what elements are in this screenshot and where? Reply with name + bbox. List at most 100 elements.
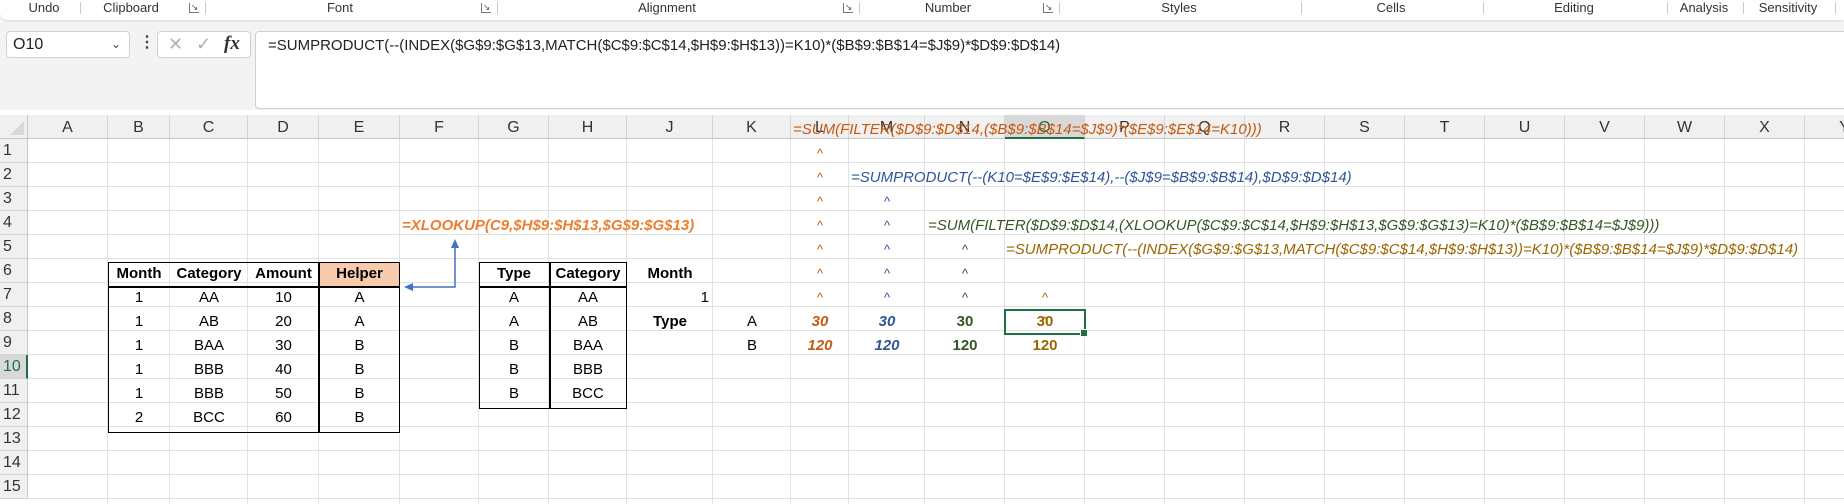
column-header-f[interactable]: F bbox=[400, 115, 479, 139]
data-table-cell[interactable]: BBB bbox=[170, 382, 248, 406]
row-header-5[interactable]: 5 bbox=[0, 235, 28, 259]
more-options-icon[interactable]: ⋮ bbox=[139, 34, 155, 52]
data-table-cell[interactable]: 1 bbox=[108, 310, 170, 334]
result-m11[interactable]: 120 bbox=[849, 334, 925, 358]
lookup-table-cell[interactable]: BBB bbox=[549, 358, 627, 382]
ribbon-group-undo[interactable]: Undo bbox=[14, 0, 74, 17]
name-box[interactable]: O10 ⌄ bbox=[6, 31, 130, 58]
data-table-cell[interactable]: BAA bbox=[170, 334, 248, 358]
month-value[interactable]: 1 bbox=[627, 286, 713, 310]
row-header-13[interactable]: 13 bbox=[0, 427, 28, 451]
formula-input[interactable]: =SUMPRODUCT(--(INDEX($G$9:$G$13,MATCH($C… bbox=[255, 31, 1844, 109]
result-o11[interactable]: 120 bbox=[1005, 334, 1085, 358]
result-l10[interactable]: 30 bbox=[791, 310, 849, 334]
row-header-4[interactable]: 4 bbox=[0, 211, 28, 235]
type-value-a[interactable]: A bbox=[713, 310, 791, 334]
column-header-v[interactable]: V bbox=[1565, 115, 1645, 139]
row-header-14[interactable]: 14 bbox=[0, 451, 28, 475]
data-table-cell[interactable]: 1 bbox=[108, 358, 170, 382]
lookup-table-cell[interactable]: BAA bbox=[549, 334, 627, 358]
lookup-table-cell[interactable]: BCC bbox=[549, 382, 627, 406]
data-table-cell[interactable]: BBB bbox=[170, 358, 248, 382]
lookup-table-cell[interactable]: B bbox=[479, 334, 549, 358]
row-header-11[interactable]: 11 bbox=[0, 379, 28, 403]
column-header-j[interactable]: J bbox=[627, 115, 713, 139]
data-table-cell[interactable]: A bbox=[319, 310, 400, 334]
ribbon-group-editing[interactable]: Editing bbox=[1483, 0, 1665, 17]
result-m10[interactable]: 30 bbox=[849, 310, 925, 334]
ribbon-group-sensitivity[interactable]: Sensitivity bbox=[1743, 0, 1833, 17]
insert-function-icon[interactable]: fx bbox=[224, 33, 240, 55]
column-header-b[interactable]: B bbox=[108, 115, 170, 139]
column-header-t[interactable]: T bbox=[1405, 115, 1485, 139]
data-table-cell[interactable]: A bbox=[319, 286, 400, 310]
data-table-cell[interactable]: B bbox=[319, 382, 400, 406]
column-header-g[interactable]: G bbox=[479, 115, 549, 139]
row-header-15[interactable]: 15 bbox=[0, 475, 28, 499]
ribbon-group-font[interactable]: Font bbox=[205, 0, 475, 17]
row-header-1[interactable]: 1 bbox=[0, 139, 28, 163]
column-header-x[interactable]: X bbox=[1725, 115, 1805, 139]
data-table-cell[interactable]: 1 bbox=[108, 334, 170, 358]
data-table-cell[interactable]: 2 bbox=[108, 406, 170, 430]
column-header-y[interactable]: Y bbox=[1805, 115, 1844, 139]
data-table-cell[interactable]: 1 bbox=[108, 286, 170, 310]
select-all-corner[interactable] bbox=[0, 115, 28, 139]
row-header-9[interactable]: 9 bbox=[0, 331, 28, 355]
column-header-w[interactable]: W bbox=[1645, 115, 1725, 139]
result-l11[interactable]: 120 bbox=[791, 334, 849, 358]
data-table-cell[interactable]: 50 bbox=[248, 382, 319, 406]
result-n11[interactable]: 120 bbox=[925, 334, 1005, 358]
lookup-table-cell[interactable]: AB bbox=[549, 310, 627, 334]
column-header-e[interactable]: E bbox=[319, 115, 400, 139]
ribbon-group-cells[interactable]: Cells bbox=[1301, 0, 1481, 17]
data-table-cell[interactable]: BCC bbox=[170, 406, 248, 430]
clipboard-launcher-icon[interactable]: ↘ bbox=[189, 3, 199, 13]
column-header-h[interactable]: H bbox=[549, 115, 627, 139]
result-n10[interactable]: 30 bbox=[925, 310, 1005, 334]
row-header-3[interactable]: 3 bbox=[0, 187, 28, 211]
data-table-cell[interactable]: B bbox=[319, 406, 400, 430]
lookup-table-cell[interactable]: B bbox=[479, 382, 549, 406]
spreadsheet-grid[interactable]: ABCDEFGHJKLMNOPQRSTUVWXY 123456789101112… bbox=[0, 115, 1844, 504]
row-header-12[interactable]: 12 bbox=[0, 403, 28, 427]
data-table-cell[interactable]: B bbox=[319, 358, 400, 382]
data-table-cell[interactable]: B bbox=[319, 334, 400, 358]
row-header-8[interactable]: 8 bbox=[0, 307, 28, 331]
ribbon-group-number[interactable]: Number bbox=[859, 0, 1037, 17]
lookup-table-cell[interactable]: A bbox=[479, 286, 549, 310]
active-cell-selection[interactable] bbox=[1004, 309, 1088, 337]
data-table-cell[interactable]: 40 bbox=[248, 358, 319, 382]
ribbon-group-clipboard[interactable]: Clipboard bbox=[92, 0, 170, 17]
data-table-cell[interactable]: 10 bbox=[248, 286, 319, 310]
column-header-u[interactable]: U bbox=[1485, 115, 1565, 139]
column-header-c[interactable]: C bbox=[170, 115, 248, 139]
data-table-cell[interactable]: 1 bbox=[108, 382, 170, 406]
column-header-k[interactable]: K bbox=[713, 115, 791, 139]
lookup-table-cell[interactable]: B bbox=[479, 358, 549, 382]
data-table-cell[interactable]: AA bbox=[170, 286, 248, 310]
ribbon-group-alignment[interactable]: Alignment bbox=[497, 0, 837, 17]
data-table-cell[interactable]: 30 bbox=[248, 334, 319, 358]
lookup-table-cell[interactable]: A bbox=[479, 310, 549, 334]
data-table-cell[interactable]: 60 bbox=[248, 406, 319, 430]
type-value-b[interactable]: B bbox=[713, 334, 791, 358]
font-launcher-icon[interactable]: ↘ bbox=[481, 3, 491, 13]
enter-icon[interactable]: ✓ bbox=[196, 34, 211, 55]
column-header-s[interactable]: S bbox=[1325, 115, 1405, 139]
row-header-2[interactable]: 2 bbox=[0, 163, 28, 187]
number-launcher-icon[interactable]: ↘ bbox=[1043, 3, 1053, 13]
row-header-10[interactable]: 10 bbox=[0, 355, 28, 379]
ribbon-group-styles[interactable]: Styles bbox=[1059, 0, 1299, 17]
data-table-cell[interactable]: AB bbox=[170, 310, 248, 334]
row-header-7[interactable]: 7 bbox=[0, 283, 28, 307]
lookup-table-cell[interactable]: AA bbox=[549, 286, 627, 310]
ribbon-group-analysis[interactable]: Analysis bbox=[1667, 0, 1741, 17]
row-header-6[interactable]: 6 bbox=[0, 259, 28, 283]
alignment-launcher-icon[interactable]: ↘ bbox=[843, 3, 853, 13]
chevron-down-icon[interactable]: ⌄ bbox=[111, 32, 121, 57]
cancel-icon[interactable]: ✕ bbox=[168, 34, 183, 55]
column-header-d[interactable]: D bbox=[248, 115, 319, 139]
data-table-cell[interactable]: 20 bbox=[248, 310, 319, 334]
column-header-a[interactable]: A bbox=[28, 115, 108, 139]
